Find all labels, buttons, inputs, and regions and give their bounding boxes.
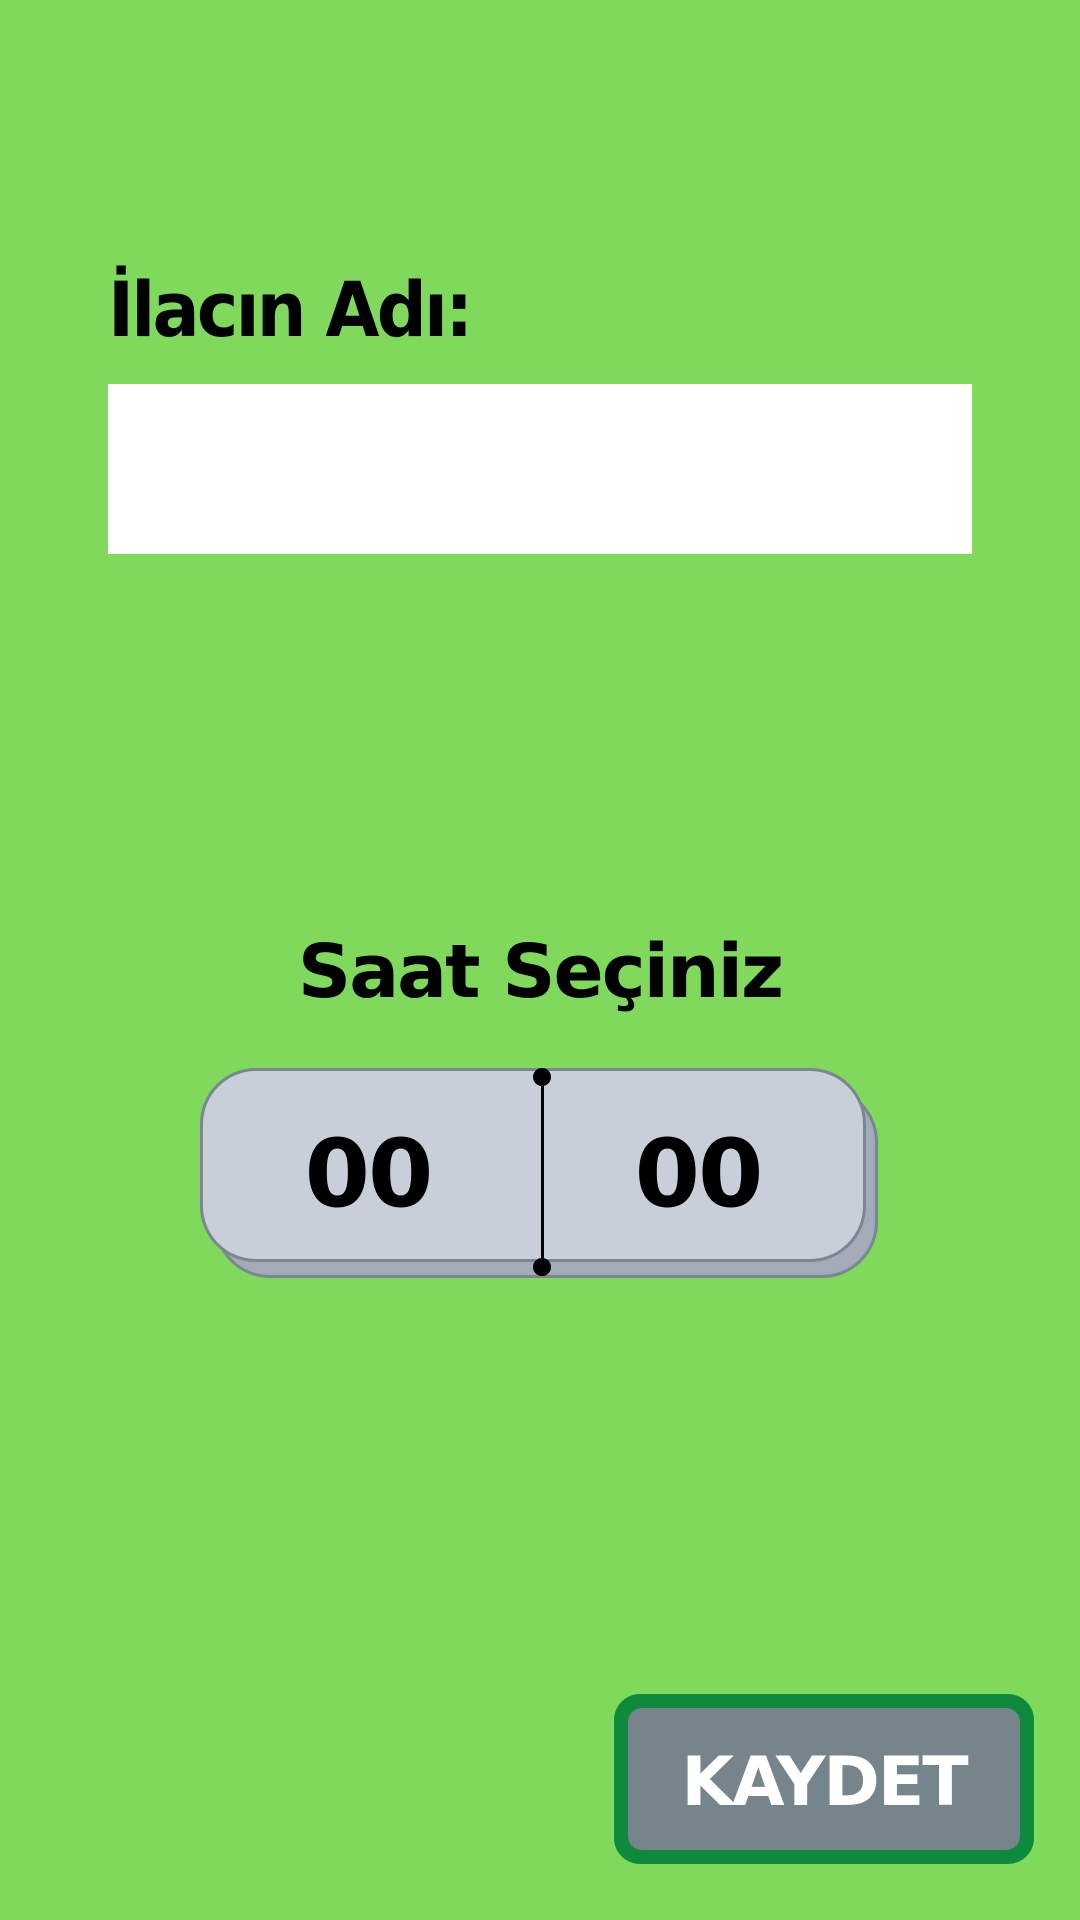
time-select-title: Saat Seçiniz — [297, 929, 784, 1015]
save-button-label: KAYDET — [681, 1743, 968, 1822]
divider-bottom-dot — [533, 1258, 551, 1276]
hour-value: 00 — [304, 1120, 434, 1229]
hour-selector[interactable]: 00 — [203, 1071, 533, 1259]
minute-selector[interactable]: 00 — [533, 1071, 863, 1259]
minute-value: 00 — [634, 1120, 764, 1229]
save-button[interactable]: KAYDET — [614, 1694, 1034, 1864]
save-button-face: KAYDET — [628, 1708, 1020, 1850]
time-picker-divider — [541, 1076, 544, 1266]
medicine-name-input[interactable] — [108, 384, 972, 554]
time-picker[interactable]: 00 00 — [200, 1068, 880, 1280]
divider-top-dot — [533, 1068, 551, 1086]
time-picker-face: 00 00 — [200, 1068, 866, 1262]
medicine-name-label: İlacın Adı: — [108, 265, 473, 354]
